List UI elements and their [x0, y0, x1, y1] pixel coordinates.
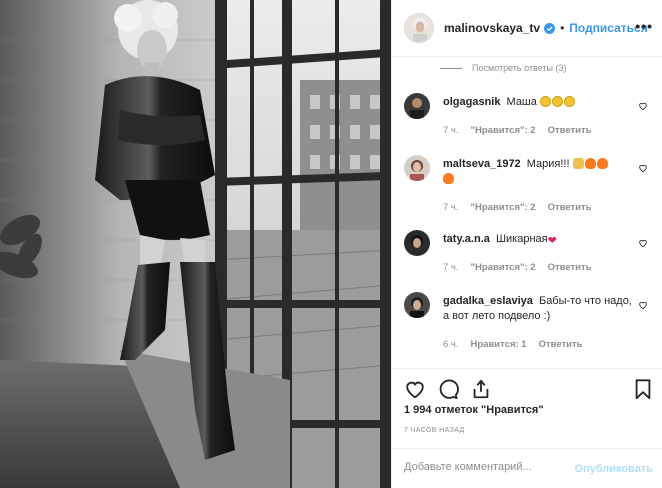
verified-badge-icon [544, 22, 556, 34]
comment-meta: 7 ч. "Нравится": 2 Ответить [443, 262, 592, 273]
laughing-emoji-icon [563, 96, 575, 107]
comment-time[interactable]: 7 ч. [443, 202, 459, 213]
comment-text: olgagasnik Маша [443, 95, 633, 110]
red-heart-emoji-icon: ❤ [547, 235, 557, 247]
post-header: malinovskaya_tv • Подписаться ••• [392, 0, 662, 57]
comment-username[interactable]: taty.a.n.a [443, 233, 490, 245]
comment-meta: 7 ч. "Нравится": 2 Ответить [443, 125, 592, 136]
post-actions-bar [392, 368, 662, 408]
like-comment-icon[interactable] [638, 300, 648, 310]
post-time-ago[interactable]: 7 ЧАСОВ НАЗАД [404, 427, 465, 434]
comment-avatar[interactable] [404, 230, 430, 256]
fire-emoji-icon [443, 173, 454, 184]
comment-time[interactable]: 7 ч. [443, 125, 459, 136]
more-options-icon[interactable]: ••• [635, 18, 653, 34]
share-icon[interactable] [470, 378, 492, 400]
reply-button[interactable]: Ответить [539, 339, 583, 350]
comment-likes-count[interactable]: "Нравится": 2 [471, 125, 536, 136]
view-replies-link[interactable]: Посмотреть ответы (3) [440, 63, 567, 73]
laughing-emoji-icon [539, 96, 551, 107]
likes-count[interactable]: 1 994 отметок "Нравится" [404, 404, 544, 416]
comment-text: taty.a.n.a Шикарная❤ [443, 232, 633, 249]
post-image [0, 0, 391, 488]
comment-username[interactable]: olgagasnik [443, 96, 500, 108]
replies-divider-line [440, 67, 462, 69]
reply-button[interactable]: Ответить [548, 262, 592, 273]
comment-text: maltseva_1972 Мария!!! [443, 157, 633, 187]
post-photo[interactable] [0, 0, 391, 488]
author-username[interactable]: malinovskaya_tv [444, 21, 540, 35]
comment-username[interactable]: gadalka_eslaviya [443, 295, 533, 307]
like-comment-icon[interactable] [638, 163, 648, 173]
view-replies-label: Посмотреть ответы (3) [472, 63, 567, 73]
author-avatar[interactable] [404, 13, 434, 43]
comment-meta: 7 ч. "Нравится": 2 Ответить [443, 202, 592, 213]
comment-message: Мария!!! [526, 158, 570, 170]
like-comment-icon[interactable] [638, 101, 648, 111]
bookmark-icon[interactable] [632, 378, 654, 400]
comment-message: Маша [506, 96, 537, 108]
heart-icon[interactable] [404, 378, 426, 400]
comment-message: Шикарная [495, 233, 548, 245]
header-separator: • [560, 21, 565, 35]
comment-avatar[interactable] [404, 155, 430, 181]
like-comment-icon[interactable] [638, 238, 648, 248]
post-sidebar: malinovskaya_tv • Подписаться ••• Посмот… [391, 0, 662, 488]
comment-input[interactable] [404, 461, 564, 473]
comment-likes-count[interactable]: Нравится: 1 [471, 339, 527, 350]
comment-text: gadalka_eslaviya Бабы-то что надо, а вот… [443, 294, 633, 324]
comment-avatar[interactable] [404, 292, 430, 318]
fire-emoji-icon [584, 158, 596, 169]
comment-username[interactable]: maltseva_1972 [443, 158, 521, 170]
comment-time[interactable]: 6 ч. [443, 339, 459, 350]
fire-emoji-icon [596, 158, 608, 169]
thumbs-up-emoji-icon [572, 158, 584, 169]
reply-button[interactable]: Ответить [548, 125, 592, 136]
comment-icon[interactable] [437, 378, 459, 400]
comment-meta: 6 ч. Нравится: 1 Ответить [443, 339, 583, 350]
reply-button[interactable]: Ответить [548, 202, 592, 213]
comment-avatar[interactable] [404, 93, 430, 119]
laughing-emoji-icon [551, 96, 563, 107]
publish-button[interactable]: Опубликовать [574, 463, 653, 475]
comment-time[interactable]: 7 ч. [443, 262, 459, 273]
comment-likes-count[interactable]: "Нравится": 2 [471, 202, 536, 213]
add-comment-section: Опубликовать [392, 448, 662, 488]
comment-likes-count[interactable]: "Нравится": 2 [471, 262, 536, 273]
